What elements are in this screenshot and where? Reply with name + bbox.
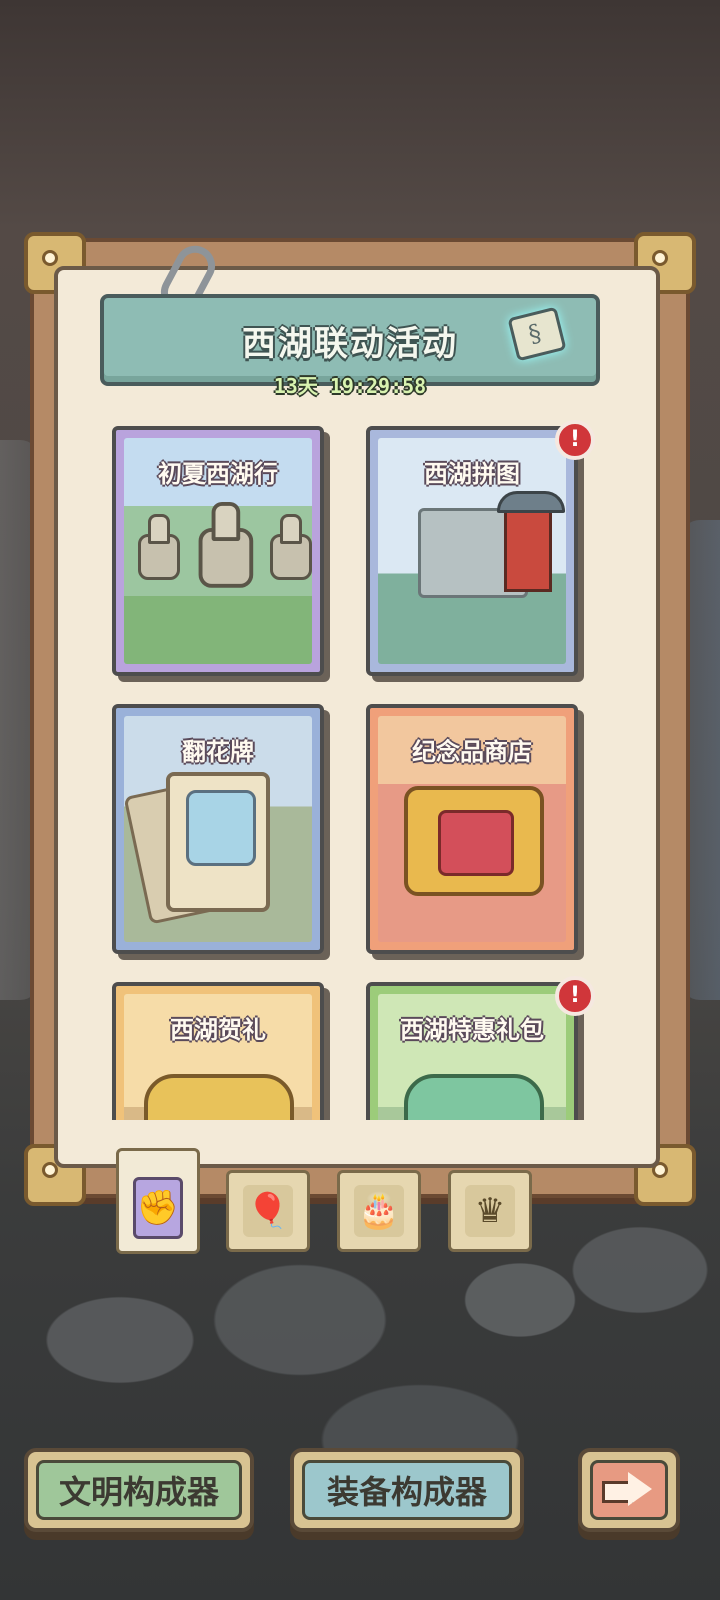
fist-hammer-icon: ✊ — [136, 1188, 180, 1228]
tab-fist-hammer[interactable]: ✊ — [116, 1148, 200, 1254]
stone-lantern-icon — [198, 502, 254, 606]
button-label: 装备构成器 — [326, 1473, 487, 1511]
event-countdown-timer: 13天 19:29:58 — [273, 374, 427, 398]
card-flip-cards[interactable]: 翻花牌 — [112, 704, 324, 954]
next-button[interactable] — [578, 1448, 680, 1532]
tab-icon-frame: ✊ — [133, 1177, 183, 1239]
card-west-lake-puzzle[interactable]: 西湖拼图 — [366, 426, 578, 676]
arrow-right-icon — [602, 1472, 654, 1506]
card-label: 纪念品商店 — [412, 738, 532, 766]
civilization-builder-button[interactable]: 文明构成器 — [24, 1448, 254, 1532]
tab-icon-frame: 🎈 — [243, 1185, 293, 1237]
tab-hot-air-balloon[interactable]: 🎈 — [226, 1170, 310, 1252]
gift-card-icon — [166, 772, 270, 912]
pavilion-icon — [497, 491, 565, 592]
card-souvenir-shop[interactable]: 纪念品商店 — [366, 704, 578, 954]
tab-icon-frame: 🎂 — [354, 1185, 404, 1237]
card-label: 初夏西湖行 — [158, 460, 278, 488]
cake-icon: 🎂 — [357, 1191, 401, 1231]
alert-badge-icon: ! — [555, 420, 595, 460]
alert-badge-icon: ! — [555, 976, 595, 1016]
tab-icon-frame: ♛ — [465, 1185, 515, 1237]
gift-bag-icon — [404, 1074, 544, 1120]
card-west-lake-gift[interactable]: 西湖贺礼 — [112, 982, 324, 1120]
tab-cake[interactable]: 🎂 — [337, 1170, 421, 1252]
card-west-lake-special-pack[interactable]: 西湖特惠礼包 — [366, 982, 578, 1120]
card-label: 翻花牌 — [182, 738, 254, 766]
card-early-summer-west-lake[interactable]: 初夏西湖行 — [112, 426, 324, 676]
card-label: 西湖拼图 — [424, 460, 520, 488]
tab-crown[interactable]: ♛ — [448, 1170, 532, 1252]
activity-card-grid[interactable]: 初夏西湖行 西湖拼图 ! 翻花牌 纪念品商店 西湖贺礼 西湖特惠礼包 ! — [100, 418, 610, 1120]
card-label: 西湖贺礼 — [170, 1016, 266, 1044]
button-label: 文明构成器 — [58, 1473, 219, 1511]
gift-goods-icon — [144, 1074, 294, 1120]
event-title: 西湖联动活动 — [242, 324, 458, 364]
crown-icon: ♛ — [474, 1191, 506, 1231]
card-label: 西湖特惠礼包 — [400, 1016, 544, 1044]
stone-lantern-icon — [138, 514, 180, 594]
hot-air-balloon-icon: 🎈 — [246, 1191, 290, 1231]
equipment-builder-button[interactable]: 装备构成器 — [290, 1448, 524, 1532]
stone-lantern-icon — [270, 514, 312, 594]
treasure-chest-icon — [404, 786, 544, 896]
